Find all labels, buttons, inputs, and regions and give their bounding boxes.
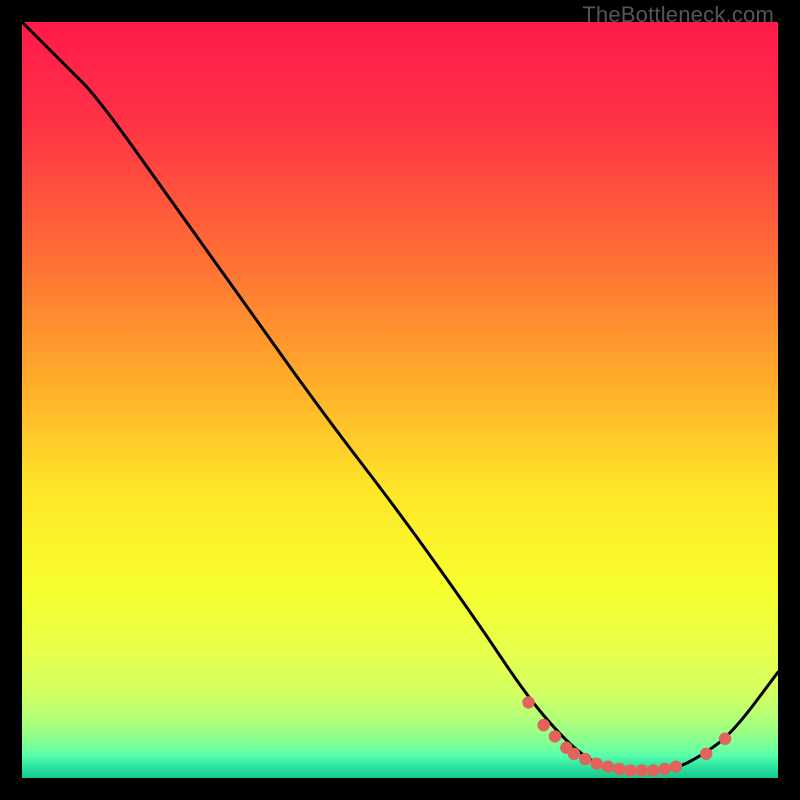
marker-dot (636, 764, 648, 776)
marker-dot (647, 764, 659, 776)
watermark-text: TheBottleneck.com (582, 2, 774, 28)
marker-dot (624, 764, 636, 776)
marker-dot (602, 760, 614, 772)
marker-dot (700, 748, 712, 760)
marker-dot (670, 760, 682, 772)
marker-dot (719, 732, 731, 744)
marker-dot (613, 763, 625, 775)
bottleneck-chart (22, 22, 778, 778)
gradient-background (22, 22, 778, 778)
plot-frame (22, 22, 778, 778)
marker-dot (568, 748, 580, 760)
marker-dot (549, 730, 561, 742)
marker-dot (537, 719, 549, 731)
marker-dot (658, 763, 670, 775)
marker-dot (590, 757, 602, 769)
marker-dot (579, 753, 591, 765)
marker-dot (522, 696, 534, 708)
